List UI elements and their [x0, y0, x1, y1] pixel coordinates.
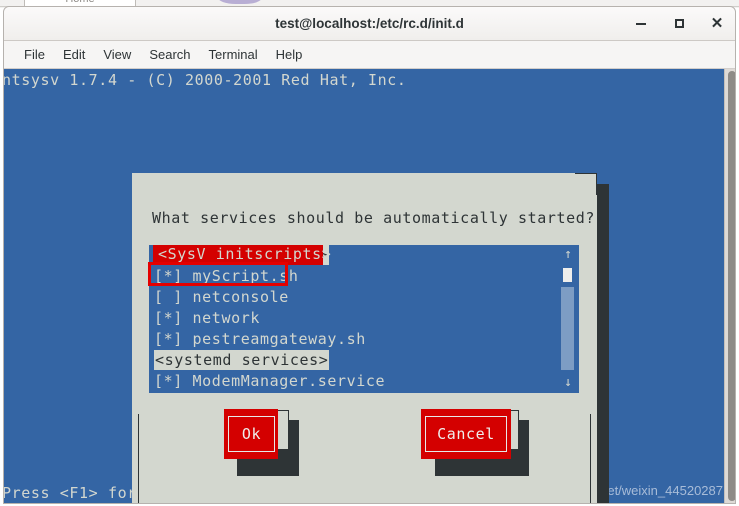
list-item: <systemd services> [149, 350, 579, 371]
scroll-up-arrow-icon[interactable]: ↑ [557, 248, 579, 262]
menu-item-help[interactable]: Help [267, 41, 312, 68]
title-bar[interactable]: test@localhost:/etc/rc.d/init.d ✕ [4, 7, 735, 41]
list-item-check[interactable]: [ ] [154, 288, 183, 306]
list-group-header-systemd: <systemd services> [154, 350, 330, 370]
dialog-inner-frame [138, 414, 591, 503]
close-button[interactable]: ✕ [709, 16, 725, 32]
list-item[interactable]: [*] network [149, 308, 579, 329]
menu-bar: File Edit View Search Terminal Help [4, 41, 735, 69]
window-controls: ✕ [633, 7, 725, 40]
list-item[interactable]: [*] NetworkManager-dispatcher.service [149, 392, 579, 393]
list-item-check[interactable]: [*] [154, 330, 183, 348]
dialog-question-label: What services should be automatically st… [152, 209, 596, 227]
menu-item-edit[interactable]: Edit [54, 41, 94, 68]
close-icon: ✕ [710, 15, 724, 32]
list-item-check[interactable]: [*] [154, 372, 183, 390]
background-window-thumbnail [218, 0, 262, 4]
minimize-icon [636, 22, 646, 25]
menu-item-search[interactable]: Search [140, 41, 199, 68]
terminal-banner-line: ntsysv 1.7.4 - (C) 2000-2001 Red Hat, In… [4, 71, 407, 89]
list-item-label: netconsole [192, 288, 289, 306]
list-item-label: ModemManager.service [192, 372, 386, 390]
dialog-border-corner-h [575, 173, 597, 174]
scroll-track[interactable] [561, 287, 574, 370]
list-item[interactable]: [ ] netconsole [149, 287, 579, 308]
list-item-label: network [192, 309, 260, 327]
terminal-canvas[interactable]: ntsysv 1.7.4 - (C) 2000-2001 Red Hat, In… [4, 69, 735, 503]
dialog-inner-frame-tick [138, 414, 139, 415]
list-item-check[interactable]: [*] [154, 309, 183, 327]
terminal-scrollbar-thumb[interactable] [728, 71, 735, 501]
ntsysv-dialog: What services should be automatically st… [132, 173, 597, 503]
menu-item-view[interactable]: View [94, 41, 140, 68]
menu-item-terminal[interactable]: Terminal [200, 41, 267, 68]
screenshot-root: Home test@localhost:/etc/rc.d/init.d ✕ F… [0, 0, 739, 506]
terminal-window: test@localhost:/etc/rc.d/init.d ✕ File E… [3, 6, 736, 504]
list-scrollbar[interactable]: ↑ ↓ [557, 245, 579, 393]
annotation-cancel-button-label[interactable]: Cancel [425, 416, 507, 452]
window-title: test@localhost:/etc/rc.d/init.d [275, 16, 464, 31]
list-item[interactable]: [*] ModemManager.service [149, 371, 579, 392]
minimize-button[interactable] [633, 16, 649, 32]
menu-item-file[interactable]: File [15, 41, 54, 68]
maximize-button[interactable] [671, 16, 687, 32]
list-item-label: pestreamgateway.sh [192, 330, 366, 348]
dialog-border-corner-v [596, 173, 597, 195]
scroll-down-arrow-icon[interactable]: ↓ [557, 376, 579, 390]
annotation-ok-button-label[interactable]: Ok [228, 416, 275, 452]
maximize-icon [674, 19, 684, 28]
annotation-outline-myscript-row [148, 262, 288, 286]
list-item[interactable]: [*] pestreamgateway.sh [149, 329, 579, 350]
scroll-thumb[interactable] [563, 268, 572, 282]
terminal-scrollbar[interactable] [724, 69, 735, 503]
